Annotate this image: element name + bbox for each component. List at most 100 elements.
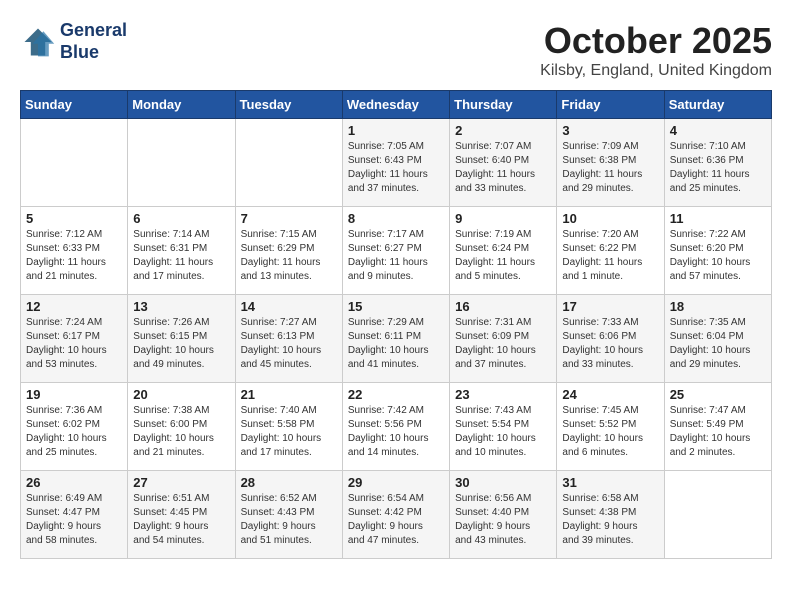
day-info: Sunrise: 6:54 AM Sunset: 4:42 PM Dayligh… bbox=[348, 492, 444, 548]
day-number: 20 bbox=[133, 387, 229, 402]
calendar-cell: 2 Sunrise: 7:07 AM Sunset: 6:40 PM Daylig… bbox=[450, 119, 557, 207]
calendar-cell: 18 Sunrise: 7:35 AM Sunset: 6:04 PM Dayli… bbox=[664, 295, 771, 383]
calendar-cell: 29Sunrise: 6:54 AM Sunset: 4:42 PM Dayli… bbox=[342, 471, 449, 559]
day-info: Sunrise: 7:12 AM Sunset: 6:33 PM Dayligh… bbox=[26, 228, 122, 284]
calendar-cell: 21 Sunrise: 7:40 AM Sunset: 5:58 PM Dayli… bbox=[235, 383, 342, 471]
day-number: 8 bbox=[348, 211, 444, 226]
calendar-cell bbox=[235, 119, 342, 207]
day-info: Sunrise: 6:51 AM Sunset: 4:45 PM Dayligh… bbox=[133, 492, 229, 548]
month-title: October 2025 bbox=[540, 20, 772, 62]
calendar-cell bbox=[21, 119, 128, 207]
day-number: 2 bbox=[455, 123, 551, 138]
logo-icon bbox=[20, 24, 56, 60]
day-info: Sunrise: 6:49 AM Sunset: 4:47 PM Dayligh… bbox=[26, 492, 122, 548]
day-info: Sunrise: 7:36 AM Sunset: 6:02 PM Dayligh… bbox=[26, 404, 122, 460]
day-info: Sunrise: 7:19 AM Sunset: 6:24 PM Dayligh… bbox=[455, 228, 551, 284]
day-info: Sunrise: 6:58 AM Sunset: 4:38 PM Dayligh… bbox=[562, 492, 658, 548]
day-info: Sunrise: 7:17 AM Sunset: 6:27 PM Dayligh… bbox=[348, 228, 444, 284]
page-header: General Blue October 2025 Kilsby, Englan… bbox=[20, 20, 772, 80]
day-info: Sunrise: 7:40 AM Sunset: 5:58 PM Dayligh… bbox=[241, 404, 337, 460]
calendar-cell: 9 Sunrise: 7:19 AM Sunset: 6:24 PM Daylig… bbox=[450, 207, 557, 295]
day-info: Sunrise: 7:47 AM Sunset: 5:49 PM Dayligh… bbox=[670, 404, 766, 460]
day-info: Sunrise: 7:29 AM Sunset: 6:11 PM Dayligh… bbox=[348, 316, 444, 372]
day-number: 15 bbox=[348, 299, 444, 314]
day-info: Sunrise: 7:20 AM Sunset: 6:22 PM Dayligh… bbox=[562, 228, 658, 284]
calendar-cell: 7 Sunrise: 7:15 AM Sunset: 6:29 PM Daylig… bbox=[235, 207, 342, 295]
calendar-cell: 15 Sunrise: 7:29 AM Sunset: 6:11 PM Dayli… bbox=[342, 295, 449, 383]
day-number: 7 bbox=[241, 211, 337, 226]
calendar-cell: 31Sunrise: 6:58 AM Sunset: 4:38 PM Dayli… bbox=[557, 471, 664, 559]
day-number: 18 bbox=[670, 299, 766, 314]
calendar-header-row: SundayMondayTuesdayWednesdayThursdayFrid… bbox=[21, 91, 772, 119]
day-number: 19 bbox=[26, 387, 122, 402]
day-info: Sunrise: 6:56 AM Sunset: 4:40 PM Dayligh… bbox=[455, 492, 551, 548]
calendar-cell: 26 Sunrise: 6:49 AM Sunset: 4:47 PM Dayli… bbox=[21, 471, 128, 559]
calendar-cell: 19 Sunrise: 7:36 AM Sunset: 6:02 PM Dayli… bbox=[21, 383, 128, 471]
calendar-week-row: 1Sunrise: 7:05 AM Sunset: 6:43 PM Daylig… bbox=[21, 119, 772, 207]
day-number: 16 bbox=[455, 299, 551, 314]
calendar-body: 1Sunrise: 7:05 AM Sunset: 6:43 PM Daylig… bbox=[21, 119, 772, 559]
calendar-cell: 16 Sunrise: 7:31 AM Sunset: 6:09 PM Dayli… bbox=[450, 295, 557, 383]
day-info: Sunrise: 7:07 AM Sunset: 6:40 PM Dayligh… bbox=[455, 140, 551, 196]
calendar-cell: 5 Sunrise: 7:12 AM Sunset: 6:33 PM Daylig… bbox=[21, 207, 128, 295]
day-number: 9 bbox=[455, 211, 551, 226]
day-number: 14 bbox=[241, 299, 337, 314]
day-info: Sunrise: 7:15 AM Sunset: 6:29 PM Dayligh… bbox=[241, 228, 337, 284]
calendar-cell: 11 Sunrise: 7:22 AM Sunset: 6:20 PM Dayli… bbox=[664, 207, 771, 295]
calendar-table: SundayMondayTuesdayWednesdayThursdayFrid… bbox=[20, 90, 772, 559]
day-number: 3 bbox=[562, 123, 658, 138]
day-info: Sunrise: 7:14 AM Sunset: 6:31 PM Dayligh… bbox=[133, 228, 229, 284]
calendar-week-row: 5 Sunrise: 7:12 AM Sunset: 6:33 PM Daylig… bbox=[21, 207, 772, 295]
calendar-cell: 25 Sunrise: 7:47 AM Sunset: 5:49 PM Dayli… bbox=[664, 383, 771, 471]
day-info: Sunrise: 6:52 AM Sunset: 4:43 PM Dayligh… bbox=[241, 492, 337, 548]
day-number: 23 bbox=[455, 387, 551, 402]
calendar-week-row: 12Sunrise: 7:24 AM Sunset: 6:17 PM Dayli… bbox=[21, 295, 772, 383]
location: Kilsby, England, United Kingdom bbox=[540, 62, 772, 80]
day-number: 27 bbox=[133, 475, 229, 490]
day-number: 6 bbox=[133, 211, 229, 226]
day-number: 5 bbox=[26, 211, 122, 226]
header-day-thursday: Thursday bbox=[450, 91, 557, 119]
day-number: 22 bbox=[348, 387, 444, 402]
calendar-cell: 20 Sunrise: 7:38 AM Sunset: 6:00 PM Dayli… bbox=[128, 383, 235, 471]
calendar-cell: 8 Sunrise: 7:17 AM Sunset: 6:27 PM Daylig… bbox=[342, 207, 449, 295]
day-number: 12 bbox=[26, 299, 122, 314]
day-info: Sunrise: 7:31 AM Sunset: 6:09 PM Dayligh… bbox=[455, 316, 551, 372]
logo-text: General Blue bbox=[60, 20, 127, 63]
calendar-cell bbox=[664, 471, 771, 559]
logo: General Blue bbox=[20, 20, 127, 63]
day-number: 11 bbox=[670, 211, 766, 226]
calendar-cell: 1Sunrise: 7:05 AM Sunset: 6:43 PM Daylig… bbox=[342, 119, 449, 207]
calendar-week-row: 19 Sunrise: 7:36 AM Sunset: 6:02 PM Dayli… bbox=[21, 383, 772, 471]
day-info: Sunrise: 7:35 AM Sunset: 6:04 PM Dayligh… bbox=[670, 316, 766, 372]
day-info: Sunrise: 7:45 AM Sunset: 5:52 PM Dayligh… bbox=[562, 404, 658, 460]
day-info: Sunrise: 7:26 AM Sunset: 6:15 PM Dayligh… bbox=[133, 316, 229, 372]
day-number: 25 bbox=[670, 387, 766, 402]
day-number: 21 bbox=[241, 387, 337, 402]
day-info: Sunrise: 7:05 AM Sunset: 6:43 PM Dayligh… bbox=[348, 140, 444, 196]
day-number: 30 bbox=[455, 475, 551, 490]
calendar-cell: 13Sunrise: 7:26 AM Sunset: 6:15 PM Dayli… bbox=[128, 295, 235, 383]
day-info: Sunrise: 7:27 AM Sunset: 6:13 PM Dayligh… bbox=[241, 316, 337, 372]
header-day-wednesday: Wednesday bbox=[342, 91, 449, 119]
day-info: Sunrise: 7:33 AM Sunset: 6:06 PM Dayligh… bbox=[562, 316, 658, 372]
day-info: Sunrise: 7:43 AM Sunset: 5:54 PM Dayligh… bbox=[455, 404, 551, 460]
header-day-sunday: Sunday bbox=[21, 91, 128, 119]
day-info: Sunrise: 7:09 AM Sunset: 6:38 PM Dayligh… bbox=[562, 140, 658, 196]
calendar-cell: 22 Sunrise: 7:42 AM Sunset: 5:56 PM Dayli… bbox=[342, 383, 449, 471]
header-day-friday: Friday bbox=[557, 91, 664, 119]
day-number: 24 bbox=[562, 387, 658, 402]
calendar-cell: 12Sunrise: 7:24 AM Sunset: 6:17 PM Dayli… bbox=[21, 295, 128, 383]
title-block: October 2025 Kilsby, England, United Kin… bbox=[540, 20, 772, 80]
day-info: Sunrise: 7:22 AM Sunset: 6:20 PM Dayligh… bbox=[670, 228, 766, 284]
calendar-cell bbox=[128, 119, 235, 207]
calendar-cell: 17Sunrise: 7:33 AM Sunset: 6:06 PM Dayli… bbox=[557, 295, 664, 383]
calendar-cell: 24 Sunrise: 7:45 AM Sunset: 5:52 PM Dayli… bbox=[557, 383, 664, 471]
calendar-cell: 30 Sunrise: 6:56 AM Sunset: 4:40 PM Dayli… bbox=[450, 471, 557, 559]
day-info: Sunrise: 7:38 AM Sunset: 6:00 PM Dayligh… bbox=[133, 404, 229, 460]
day-info: Sunrise: 7:42 AM Sunset: 5:56 PM Dayligh… bbox=[348, 404, 444, 460]
calendar-cell: 10Sunrise: 7:20 AM Sunset: 6:22 PM Dayli… bbox=[557, 207, 664, 295]
calendar-cell: 4Sunrise: 7:10 AM Sunset: 6:36 PM Daylig… bbox=[664, 119, 771, 207]
header-day-monday: Monday bbox=[128, 91, 235, 119]
day-number: 26 bbox=[26, 475, 122, 490]
